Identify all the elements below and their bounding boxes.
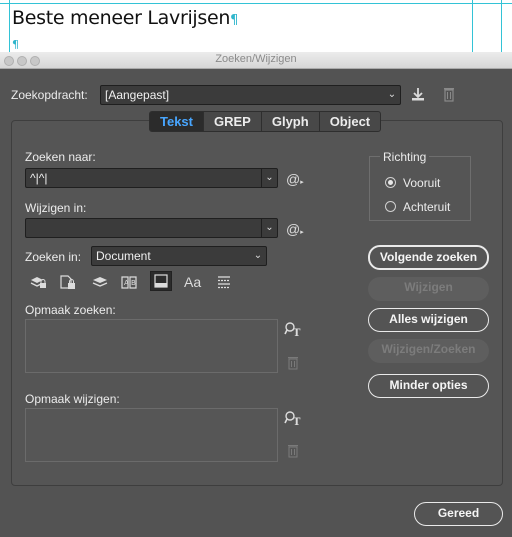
change-label: Wijzigen in: <box>25 201 87 215</box>
clear-change-format-icon[interactable] <box>287 444 299 458</box>
direction-label: Richting <box>380 150 430 164</box>
tab-object[interactable]: Object <box>320 112 380 131</box>
tab-bar: Tekst GREP Glyph Object <box>149 111 382 132</box>
query-label: Zoekopdracht: <box>11 88 88 102</box>
chevron-down-icon: ⌄ <box>253 250 263 261</box>
tab-tekst[interactable]: Tekst <box>150 112 204 131</box>
save-query-icon[interactable] <box>410 86 426 102</box>
special-characters-icon[interactable]: @▸ <box>286 222 304 240</box>
query-select[interactable]: [Aangepast] ⌄ <box>100 85 401 105</box>
change-input[interactable]: ⌄ <box>25 218 278 238</box>
case-sensitive-icon[interactable]: Aa <box>184 275 201 289</box>
find-value: ^|^| <box>30 171 48 185</box>
include-locked-layers-icon[interactable] <box>29 274 47 290</box>
guide-line <box>9 0 10 52</box>
format-change-label: Opmaak wijzigen: <box>25 392 120 406</box>
guide-line <box>472 0 473 52</box>
chevron-down-icon[interactable]: ⌄ <box>261 169 277 187</box>
document-text: Beste meneer Lavrijsen¶ <box>12 7 239 29</box>
include-footnotes-toggle[interactable] <box>150 271 172 291</box>
query-value: [Aangepast] <box>105 88 170 102</box>
done-button[interactable]: Gereed <box>414 502 503 526</box>
svg-text:T: T <box>293 328 301 337</box>
svg-text:T: T <box>293 417 301 426</box>
pilcrow-mark: ¶ <box>12 38 19 51</box>
whole-word-icon[interactable] <box>216 274 232 290</box>
change-all-button[interactable]: Alles wijzigen <box>368 308 489 332</box>
delete-query-icon[interactable] <box>442 86 456 102</box>
guide-line <box>501 0 502 52</box>
search-in-label: Zoeken in: <box>25 250 82 264</box>
search-in-value: Document <box>96 249 151 263</box>
radio-backward-label[interactable]: Achteruit <box>403 200 450 214</box>
specify-change-format-icon[interactable]: T <box>284 410 302 426</box>
guide-line <box>0 3 512 4</box>
radio-forward-label[interactable]: Vooruit <box>403 176 440 190</box>
include-locked-stories-icon[interactable] <box>58 274 76 290</box>
specify-find-format-icon[interactable]: T <box>284 321 302 337</box>
radio-backward[interactable] <box>385 201 396 212</box>
find-label: Zoeken naar: <box>25 150 96 164</box>
pilcrow-mark: ¶ <box>230 13 239 28</box>
include-master-pages-icon[interactable]: A B <box>120 274 138 290</box>
change-find-button[interactable]: Wijzigen/Zoeken <box>368 339 489 363</box>
tab-glyph[interactable]: Glyph <box>262 112 320 131</box>
chevron-down-icon[interactable]: ⌄ <box>261 219 277 237</box>
fewer-options-button[interactable]: Minder opties <box>368 374 489 398</box>
footnotes-icon <box>154 274 168 288</box>
format-find-label: Opmaak zoeken: <box>25 303 116 317</box>
dialog-titlebar[interactable]: Zoeken/Wijzigen <box>0 52 512 69</box>
find-next-button[interactable]: Volgende zoeken <box>368 245 489 270</box>
include-hidden-layers-icon[interactable] <box>92 274 108 290</box>
chevron-down-icon: ⌄ <box>387 89 397 100</box>
radio-forward[interactable] <box>385 177 396 188</box>
document-canvas: Beste meneer Lavrijsen¶ ¶ <box>0 0 512 52</box>
svg-text:A: A <box>124 279 129 287</box>
clear-find-format-icon[interactable] <box>287 356 299 370</box>
change-button[interactable]: Wijzigen <box>368 277 489 301</box>
search-in-select[interactable]: Document ⌄ <box>91 246 267 266</box>
format-change-box[interactable] <box>25 408 278 462</box>
svg-text:B: B <box>131 279 136 287</box>
tab-grep[interactable]: GREP <box>204 112 262 131</box>
dialog-title: Zoeken/Wijzigen <box>215 53 297 65</box>
find-input[interactable]: ^|^| ⌄ <box>25 168 278 188</box>
special-characters-icon[interactable]: @▸ <box>286 172 304 190</box>
format-find-box[interactable] <box>25 319 278 373</box>
